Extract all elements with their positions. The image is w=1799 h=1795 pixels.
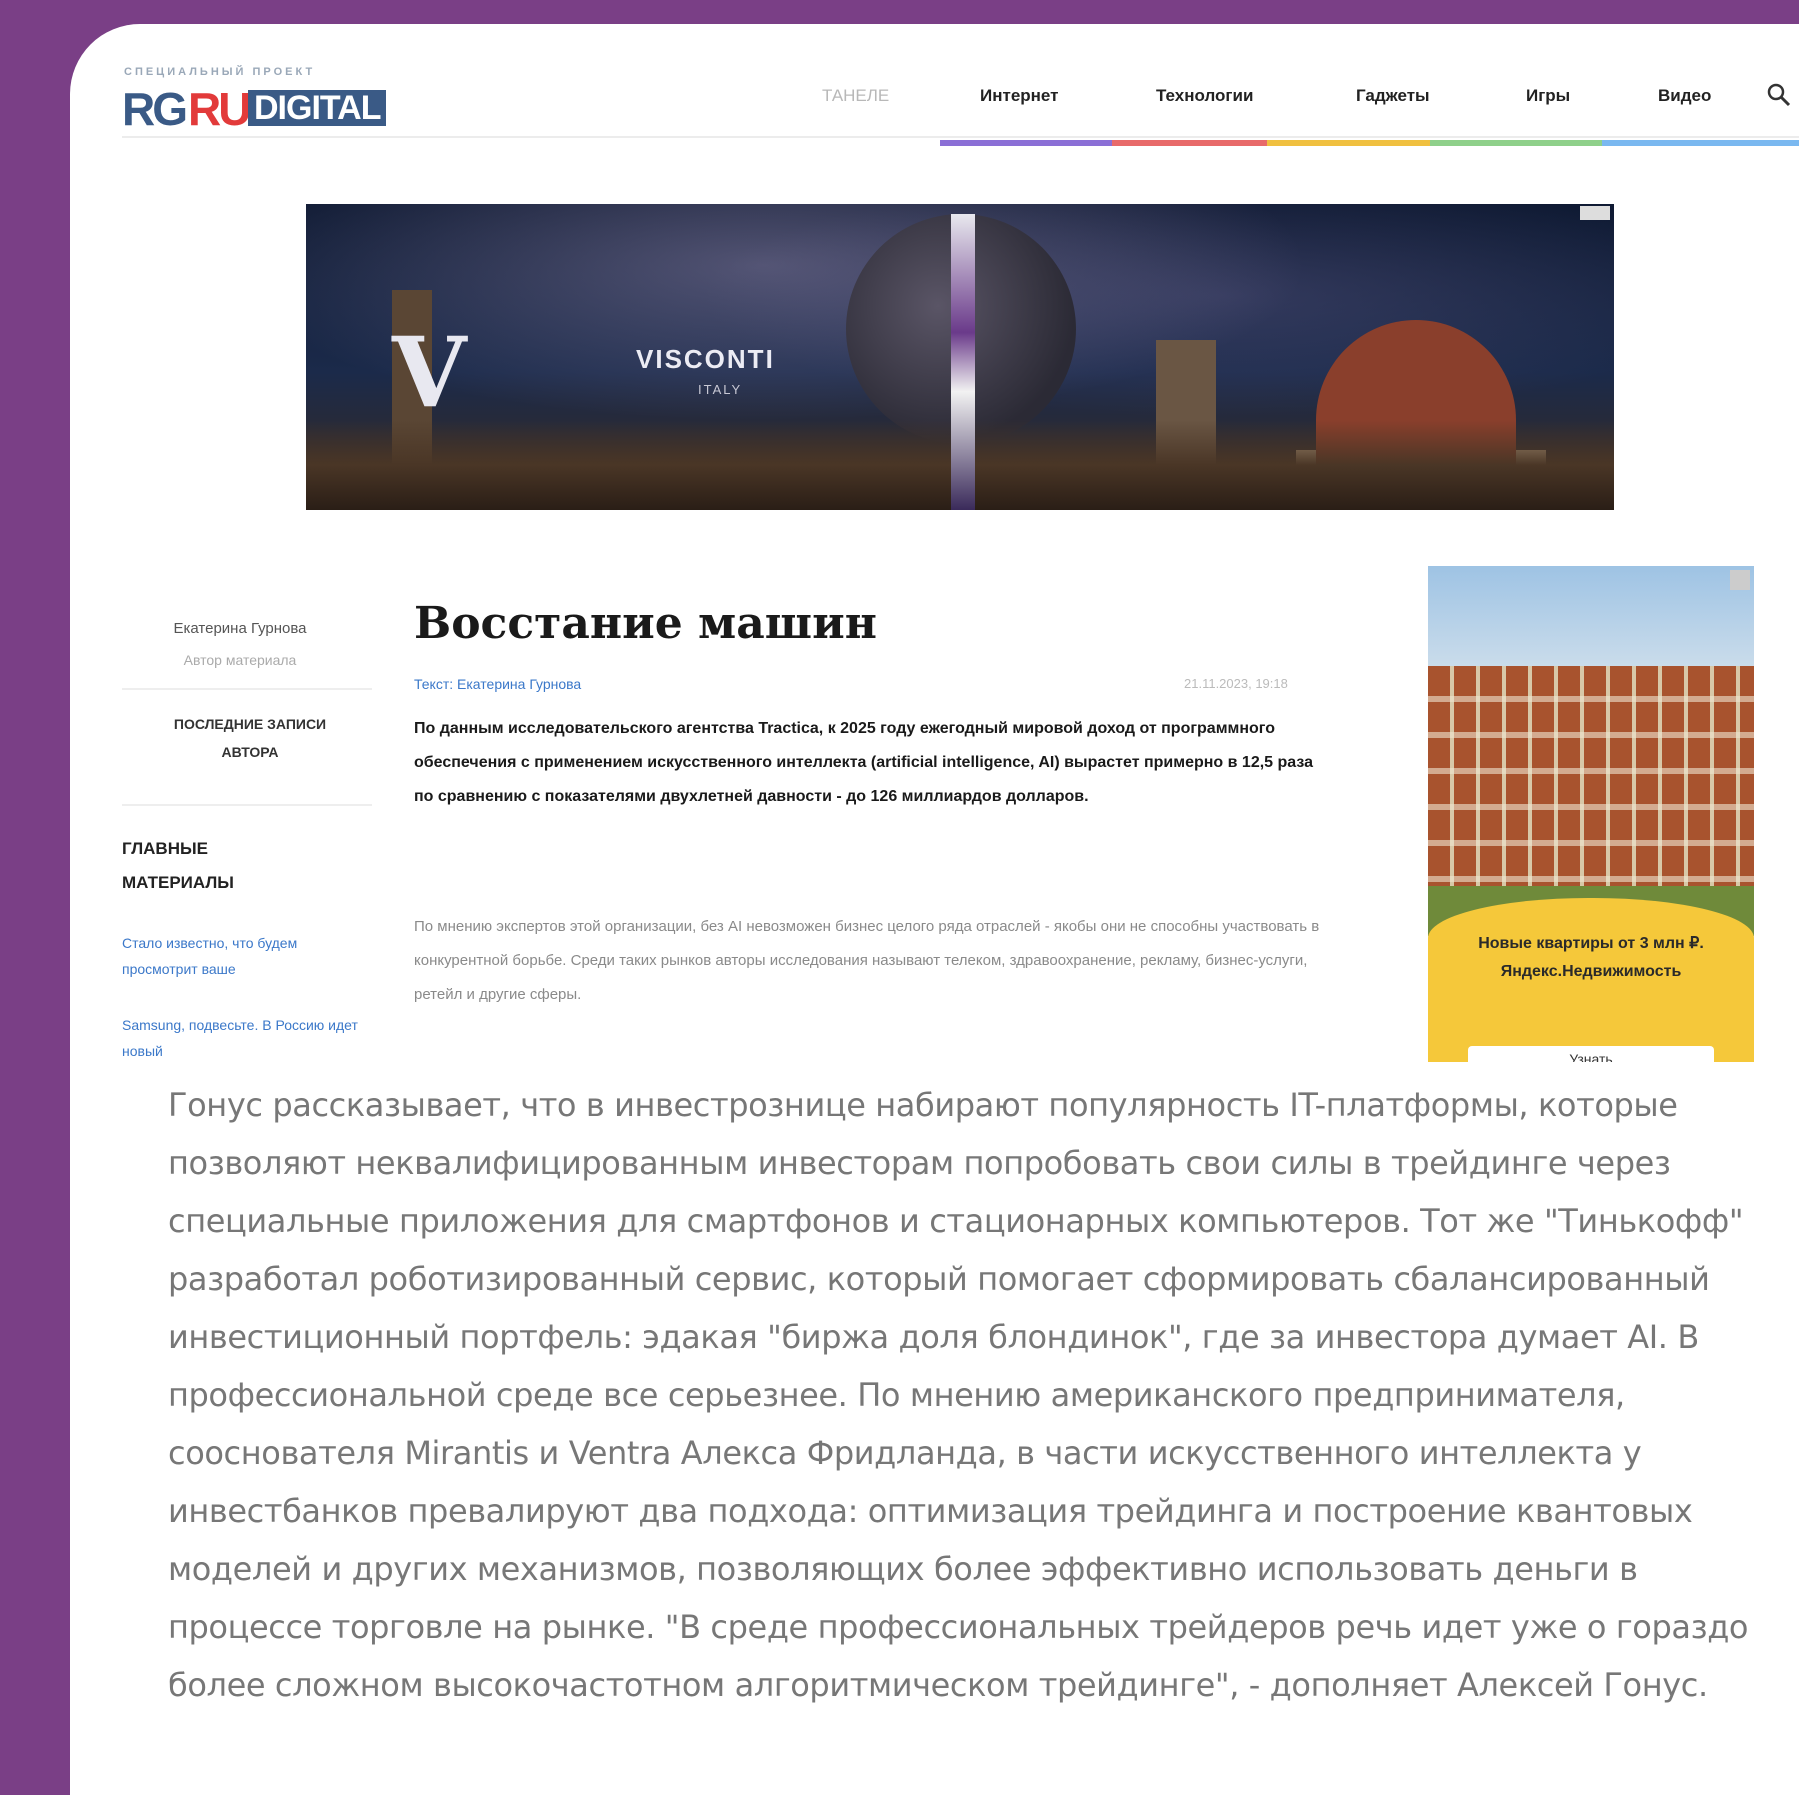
nav-item-technology[interactable]: Технологии: [1156, 86, 1253, 106]
article-date: 21.11.2023, 19:18: [1184, 676, 1288, 691]
nav-item-gadgets[interactable]: Гаджеты: [1356, 86, 1430, 106]
page-card: СПЕЦИАЛЬНЫЙ ПРОЕКТ RG RU DIGITAL ТАНЕЛЕ …: [70, 24, 1799, 1795]
banner-ad[interactable]: V VISCONTI ITALY: [306, 204, 1614, 510]
nav-item-internet[interactable]: Интернет: [980, 86, 1058, 106]
sidebar-ad[interactable]: Новые квартиры от 3 млн ₽. Яндекс.Недвиж…: [1428, 566, 1754, 1062]
main-nav: ТАНЕЛЕ Интернет Технологии Гаджеты Игры …: [70, 83, 1799, 116]
sidebar-link[interactable]: Samsung, подвесьте. В Россию идет новый: [122, 1012, 372, 1064]
ad-close-icon[interactable]: [1730, 570, 1750, 590]
search-icon[interactable]: [1766, 82, 1792, 108]
article-lead: По данным исследовательского агентства T…: [414, 720, 1314, 805]
latest-posts-link[interactable]: Последние записи автора: [150, 710, 350, 766]
ad-text: Новые квартиры от 3 млн ₽. Яндекс.Недвиж…: [1478, 935, 1704, 980]
ad-button[interactable]: Узнать: [1468, 1046, 1714, 1062]
article-body-excerpt: Гонус рассказывает, что в инвестрознице …: [168, 1086, 1749, 1704]
banner-brand: VISCONTI: [636, 344, 775, 374]
banner-pen: [951, 214, 975, 510]
ad-building-windows: [1428, 666, 1754, 906]
sidebar-divider: [122, 688, 372, 690]
nav-color-bar: [940, 140, 1799, 146]
nav-item-video[interactable]: Видео: [1658, 86, 1711, 106]
ad-label: [1580, 206, 1610, 220]
header-divider: [122, 136, 1799, 138]
nav-item-games[interactable]: Игры: [1526, 86, 1570, 106]
article-byline[interactable]: Текст: Екатерина Гурнова: [414, 676, 581, 692]
nav-item-special[interactable]: ТАНЕЛЕ: [822, 86, 889, 106]
banner-brand-letter: V: [392, 316, 467, 429]
sidebar-divider: [122, 804, 372, 806]
main-materials-heading: Главные материалы: [122, 839, 234, 892]
sidebar-link[interactable]: Стало известно, что будем просмотрит ваш…: [122, 930, 372, 982]
author-role: Автор материала: [183, 652, 297, 668]
article-paragraph: По мнению экспертов этой организации, бе…: [414, 918, 1320, 1003]
author-name[interactable]: Екатерина Гурнова: [140, 620, 340, 637]
article-title: Восстание машин: [414, 598, 877, 649]
logo-tagline: СПЕЦИАЛЬНЫЙ ПРОЕКТ: [124, 66, 316, 78]
banner-brand-sub: ITALY: [698, 382, 743, 397]
